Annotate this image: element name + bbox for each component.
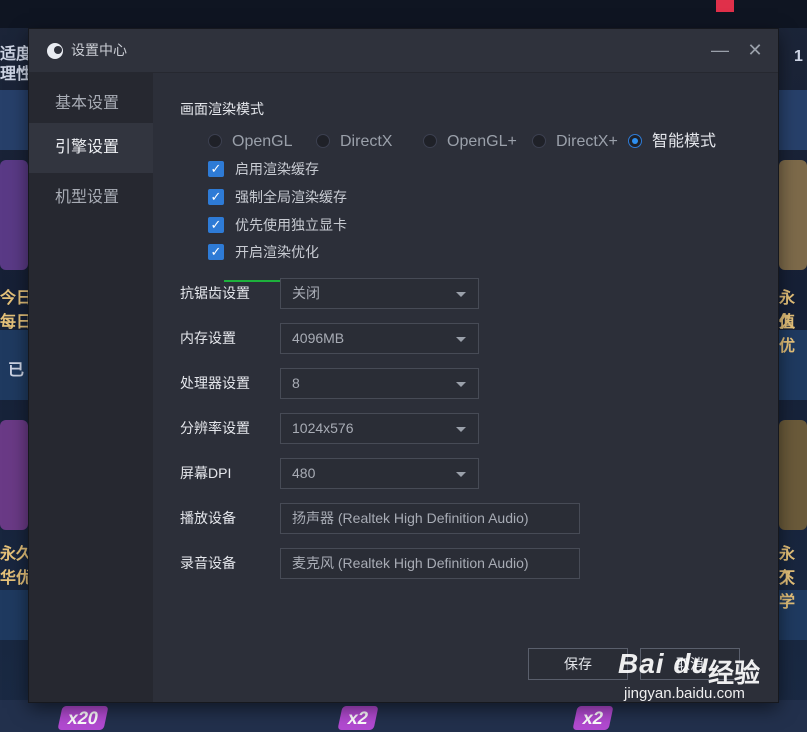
baidu-jingyan-watermark: Bai du 经验 jingyan.baidu.com	[618, 648, 768, 708]
radio-indicator	[423, 134, 437, 148]
antialiasing-label: 抗锯齿设置	[180, 285, 250, 301]
sidebar-item-engine[interactable]: 引擎设置	[29, 123, 153, 173]
select-value: 扬声器 (Realtek High Definition Audio)	[292, 510, 529, 526]
chevron-down-icon	[456, 337, 466, 342]
resolution-select[interactable]: 1024x576	[280, 413, 479, 444]
memory-label: 内存设置	[180, 330, 236, 346]
render-mode-title: 画面渲染模式	[180, 101, 264, 117]
background-text: 已	[8, 362, 25, 379]
memory-select[interactable]: 4096MB	[280, 323, 479, 354]
reward-badge: x20	[57, 706, 109, 730]
gift-icon[interactable]	[716, 0, 734, 12]
chevron-down-icon	[456, 472, 466, 477]
checkmark-icon: ✓	[208, 189, 224, 205]
select-value: 1024x576	[292, 420, 354, 436]
sidebar-item-device-model[interactable]: 机型设置	[29, 173, 153, 223]
recording-device-label: 录音设备	[180, 555, 236, 571]
background-text: 值优	[779, 314, 796, 355]
settings-sidebar: 基本设置 引擎设置 机型设置	[29, 73, 153, 702]
radio-indicator	[532, 134, 546, 148]
reward-badge: x2	[337, 706, 379, 730]
checkmark-icon: ✓	[208, 244, 224, 260]
radio-indicator-selected	[628, 134, 642, 148]
save-button[interactable]: 保存	[528, 648, 628, 680]
background-text: 华优	[0, 570, 33, 587]
minimize-button[interactable]: —	[709, 39, 731, 61]
select-value: 关闭	[292, 285, 320, 301]
reward-badge: x2	[572, 706, 614, 730]
radio-label: OpenGL	[232, 133, 293, 150]
background-text: 每日	[0, 314, 33, 331]
screen-dpi-label: 屏幕DPI	[180, 465, 232, 481]
radio-label: DirectX+	[556, 133, 618, 150]
select-value: 4096MB	[292, 330, 345, 346]
background-tile	[0, 160, 28, 270]
screen-dpi-select[interactable]: 480	[280, 458, 479, 489]
background-text: 今日	[0, 290, 33, 307]
processor-select[interactable]: 8	[280, 368, 479, 399]
radio-indicator	[208, 134, 222, 148]
checkbox-label: 强制全局渲染缓存	[235, 189, 347, 205]
resolution-label: 分辨率设置	[180, 420, 250, 436]
select-value: 480	[292, 465, 316, 481]
checkmark-icon: ✓	[208, 161, 224, 177]
background-tile	[779, 160, 807, 270]
close-button[interactable]: ✕	[744, 39, 766, 61]
select-value: 8	[292, 375, 300, 391]
chevron-down-icon	[456, 292, 466, 297]
chevron-down-icon	[456, 427, 466, 432]
select-value: 麦克风 (Realtek High Definition Audio)	[292, 555, 529, 571]
radio-label: OpenGL+	[447, 133, 517, 150]
radio-label: DirectX	[340, 133, 393, 150]
background-text: 理性	[0, 66, 33, 83]
radio-indicator	[316, 134, 330, 148]
app-logo-icon	[47, 43, 63, 59]
background-text: 1	[794, 48, 803, 65]
playback-device-select[interactable]: 扬声器 (Realtek High Definition Audio)	[280, 503, 580, 534]
watermark-logo: Bai du	[618, 648, 710, 679]
background-text: 永久	[0, 546, 33, 563]
radio-label: 智能模式	[652, 133, 717, 150]
dialog-titlebar[interactable]: 设置中心 — ✕	[29, 29, 778, 73]
background-tile	[0, 420, 28, 530]
recording-device-select[interactable]: 麦克风 (Realtek High Definition Audio)	[280, 548, 580, 579]
checkbox-label: 优先使用独立显卡	[235, 217, 347, 233]
chevron-down-icon	[456, 382, 466, 387]
processor-label: 处理器设置	[180, 375, 250, 391]
sidebar-item-basic[interactable]: 基本设置	[29, 79, 153, 129]
checkbox-label: 启用渲染缓存	[235, 161, 319, 177]
antialiasing-select[interactable]: 关闭	[280, 278, 479, 309]
background-tile	[779, 420, 807, 530]
settings-dialog: 设置中心 — ✕ 基本设置 引擎设置 机型设置 画面渲染模式 OpenGL Di…	[29, 29, 778, 702]
dialog-title: 设置中心	[71, 42, 127, 58]
engine-settings-panel: 画面渲染模式 OpenGL DirectX OpenGL+ DirectX+ 智…	[153, 73, 778, 702]
background-topbar	[0, 0, 807, 28]
background-text: 下学	[779, 570, 796, 611]
watermark-url: jingyan.baidu.com	[624, 685, 745, 702]
checkbox-label: 开启渲染优化	[235, 244, 319, 260]
playback-device-label: 播放设备	[180, 510, 236, 526]
checkmark-icon: ✓	[208, 217, 224, 233]
